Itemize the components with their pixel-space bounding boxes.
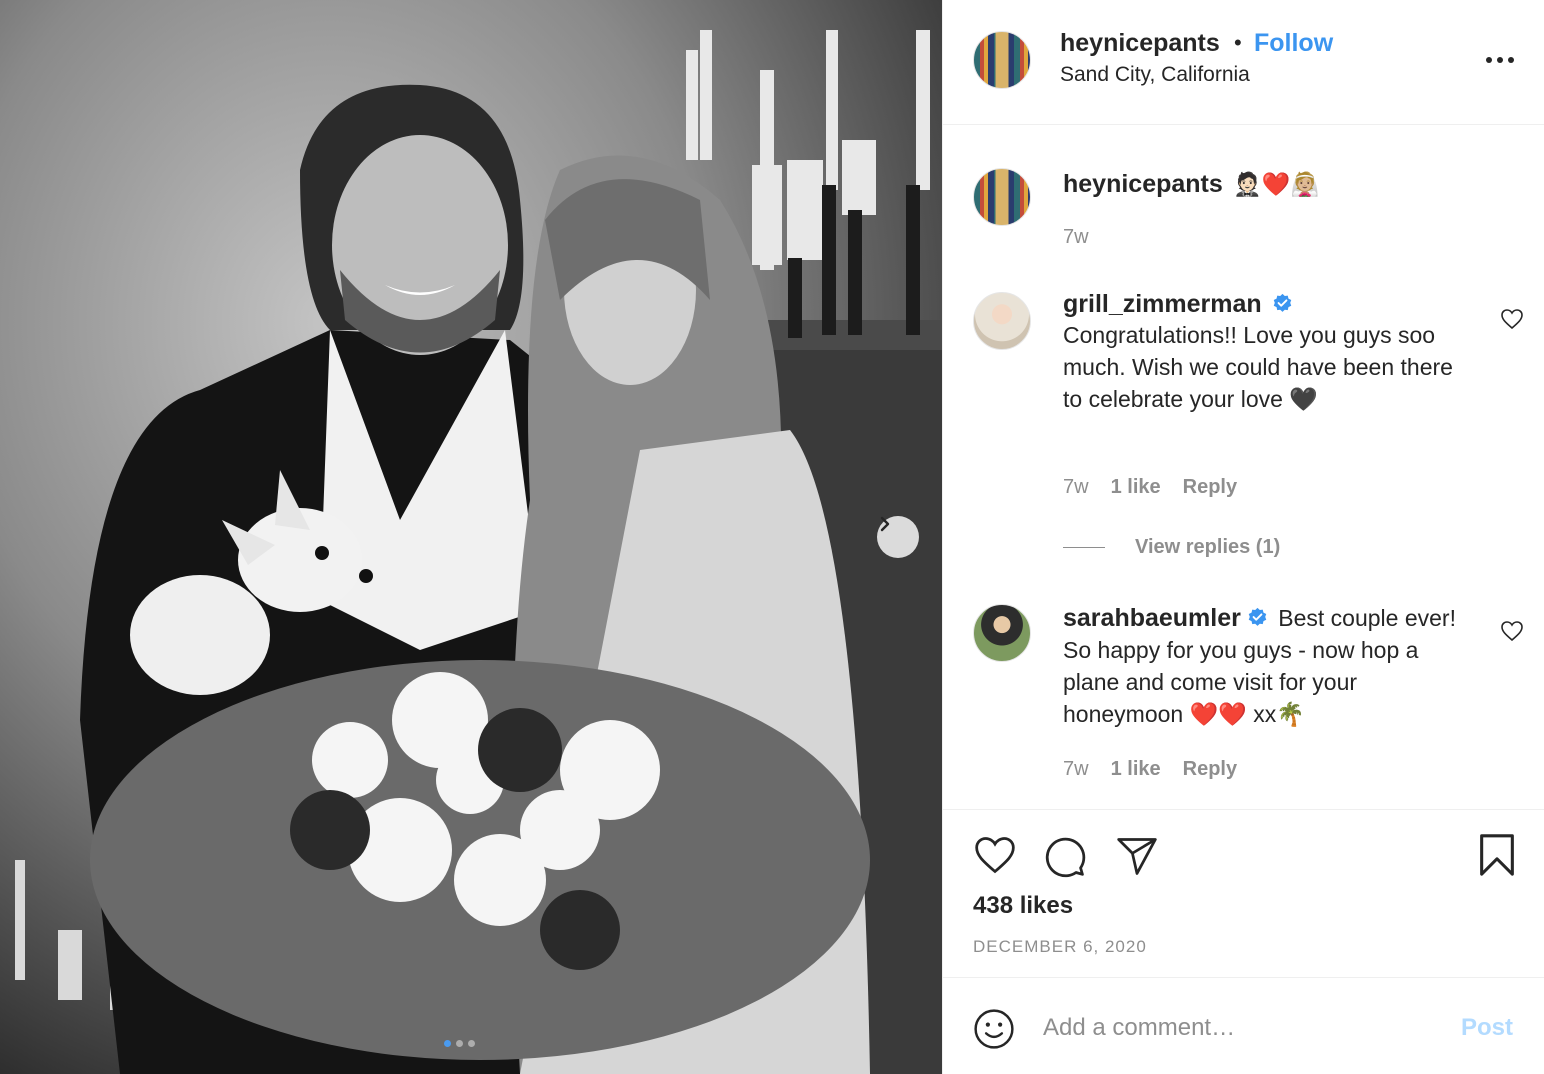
owner-username[interactable]: heynicepants [1060, 29, 1220, 58]
header-separator: • [1234, 30, 1242, 55]
comment-time[interactable]: 7w [1063, 758, 1089, 781]
replies-divider [1063, 547, 1105, 548]
comment-avatar[interactable] [973, 292, 1031, 350]
comment-likes[interactable]: 1 like [1111, 758, 1161, 781]
post-header: heynicepants • Follow Sand City, Califor… [943, 0, 1544, 125]
view-replies-label: View replies (1) [1135, 536, 1281, 558]
likes-count[interactable]: 438 likes [973, 892, 1073, 920]
caption-avatar[interactable] [973, 168, 1031, 226]
post-actions: 438 likes DECEMBER 6, 2020 [943, 809, 1544, 977]
view-replies-button[interactable]: View replies (1) [1063, 536, 1280, 559]
caption-line: heynicepants 🤵🏻❤️👰🏼 [1063, 168, 1319, 200]
carousel-dot [468, 1040, 475, 1047]
location-link[interactable]: Sand City, California [1060, 63, 1250, 87]
more-icon [1508, 57, 1514, 63]
carousel-dot [456, 1040, 463, 1047]
post-side-panel: heynicepants • Follow Sand City, Califor… [942, 0, 1544, 1074]
emoji-icon[interactable] [973, 1008, 1015, 1050]
comment-input[interactable] [1043, 1008, 1443, 1048]
comment-reply-button[interactable]: Reply [1183, 476, 1237, 499]
post-photo[interactable] [0, 0, 942, 1074]
caption-username[interactable]: heynicepants [1063, 170, 1223, 198]
caption-meta: 7w [1063, 226, 1089, 249]
comment-likes[interactable]: 1 like [1111, 476, 1161, 499]
owner-avatar[interactable] [973, 31, 1031, 89]
comment-text: Congratulations!! Love you guys soo much… [1063, 322, 1453, 412]
comments-list[interactable]: heynicepants 🤵🏻❤️👰🏼 7w grill_zimmerman C… [943, 126, 1544, 809]
caption-text: 🤵🏻❤️👰🏼 [1233, 171, 1320, 197]
share-icon[interactable] [1115, 834, 1159, 878]
like-comment-heart-icon[interactable] [1500, 308, 1524, 330]
caption-time[interactable]: 7w [1063, 226, 1089, 249]
photo-illustration [0, 0, 942, 1074]
comment-body: sarahbaeumler Best couple ever! So happy… [1063, 602, 1473, 730]
heart-icon[interactable] [973, 834, 1017, 876]
comment-username[interactable]: grill_zimmerman [1063, 290, 1262, 318]
comment-icon[interactable] [1043, 834, 1087, 878]
bookmark-icon[interactable] [1477, 832, 1517, 878]
comment-meta: 7w 1 like Reply [1063, 476, 1237, 499]
post-comment-button[interactable]: Post [1461, 1014, 1513, 1042]
more-icon [1486, 57, 1492, 63]
comment-reply-button[interactable]: Reply [1183, 758, 1237, 781]
post-date[interactable]: DECEMBER 6, 2020 [973, 937, 1147, 957]
carousel-dots [444, 1040, 475, 1047]
next-slide-button[interactable] [877, 516, 919, 558]
comment-meta: 7w 1 like Reply [1063, 758, 1237, 781]
comment-body: grill_zimmerman Congratulations!! Love y… [1063, 290, 1463, 415]
more-options-button[interactable] [1486, 52, 1516, 68]
verified-badge-icon [1273, 293, 1292, 312]
comment-username[interactable]: sarahbaeumler [1063, 604, 1241, 632]
verified-badge-icon [1248, 607, 1267, 626]
add-comment-bar: Post [943, 977, 1544, 1074]
carousel-dot [444, 1040, 451, 1047]
comment-time[interactable]: 7w [1063, 476, 1089, 499]
like-comment-heart-icon[interactable] [1500, 620, 1524, 642]
comment-avatar[interactable] [973, 604, 1031, 662]
follow-button[interactable]: Follow [1254, 29, 1333, 58]
more-icon [1497, 57, 1503, 63]
chevron-right-icon [880, 516, 890, 532]
